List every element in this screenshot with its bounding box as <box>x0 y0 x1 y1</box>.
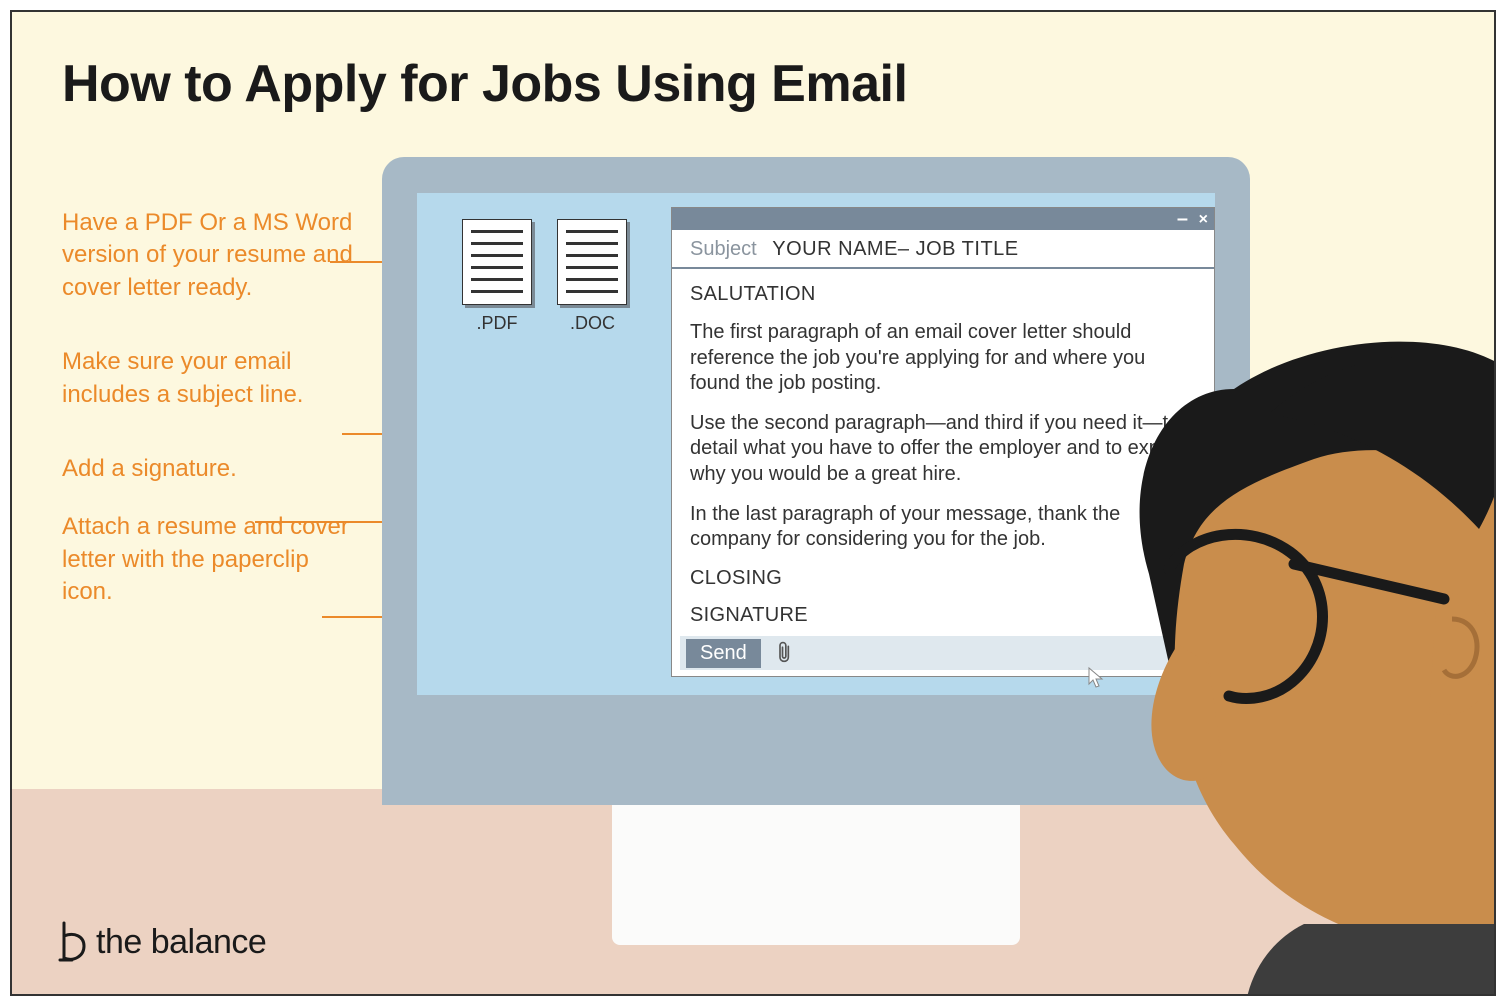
pdf-document-icon <box>462 219 532 305</box>
tips-list: Have a PDF Or a MS Word version of your … <box>62 207 362 651</box>
tip-have-pdf: Have a PDF Or a MS Word version of your … <box>62 207 362 304</box>
email-subject-row: Subject YOUR NAME– JOB TITLE <box>672 230 1214 269</box>
doc-label: .DOC <box>560 313 625 334</box>
minimize-icon[interactable]: – <box>1177 208 1188 231</box>
close-icon[interactable]: × <box>1199 211 1208 229</box>
pdf-label: .PDF <box>467 313 527 334</box>
subject-value[interactable]: YOUR NAME– JOB TITLE <box>772 238 1018 260</box>
balance-logo-icon <box>58 920 88 964</box>
page-title: How to Apply for Jobs Using Email <box>62 54 907 114</box>
brand-text: the balance <box>96 923 266 962</box>
tip-attach: Attach a resume and cover letter with th… <box>62 511 362 608</box>
tip-signature: Add a signature. <box>62 453 362 485</box>
send-button[interactable]: Send <box>686 639 761 668</box>
paperclip-icon[interactable] <box>775 641 795 665</box>
monitor-stand <box>612 805 1020 945</box>
subject-label: Subject <box>690 238 757 260</box>
email-titlebar: – × <box>672 208 1214 230</box>
doc-document-icon <box>557 219 627 305</box>
brand-logo: the balance <box>58 920 266 964</box>
person-illustration <box>1034 284 1496 996</box>
tip-subject-line: Make sure your email includes a subject … <box>62 346 362 411</box>
